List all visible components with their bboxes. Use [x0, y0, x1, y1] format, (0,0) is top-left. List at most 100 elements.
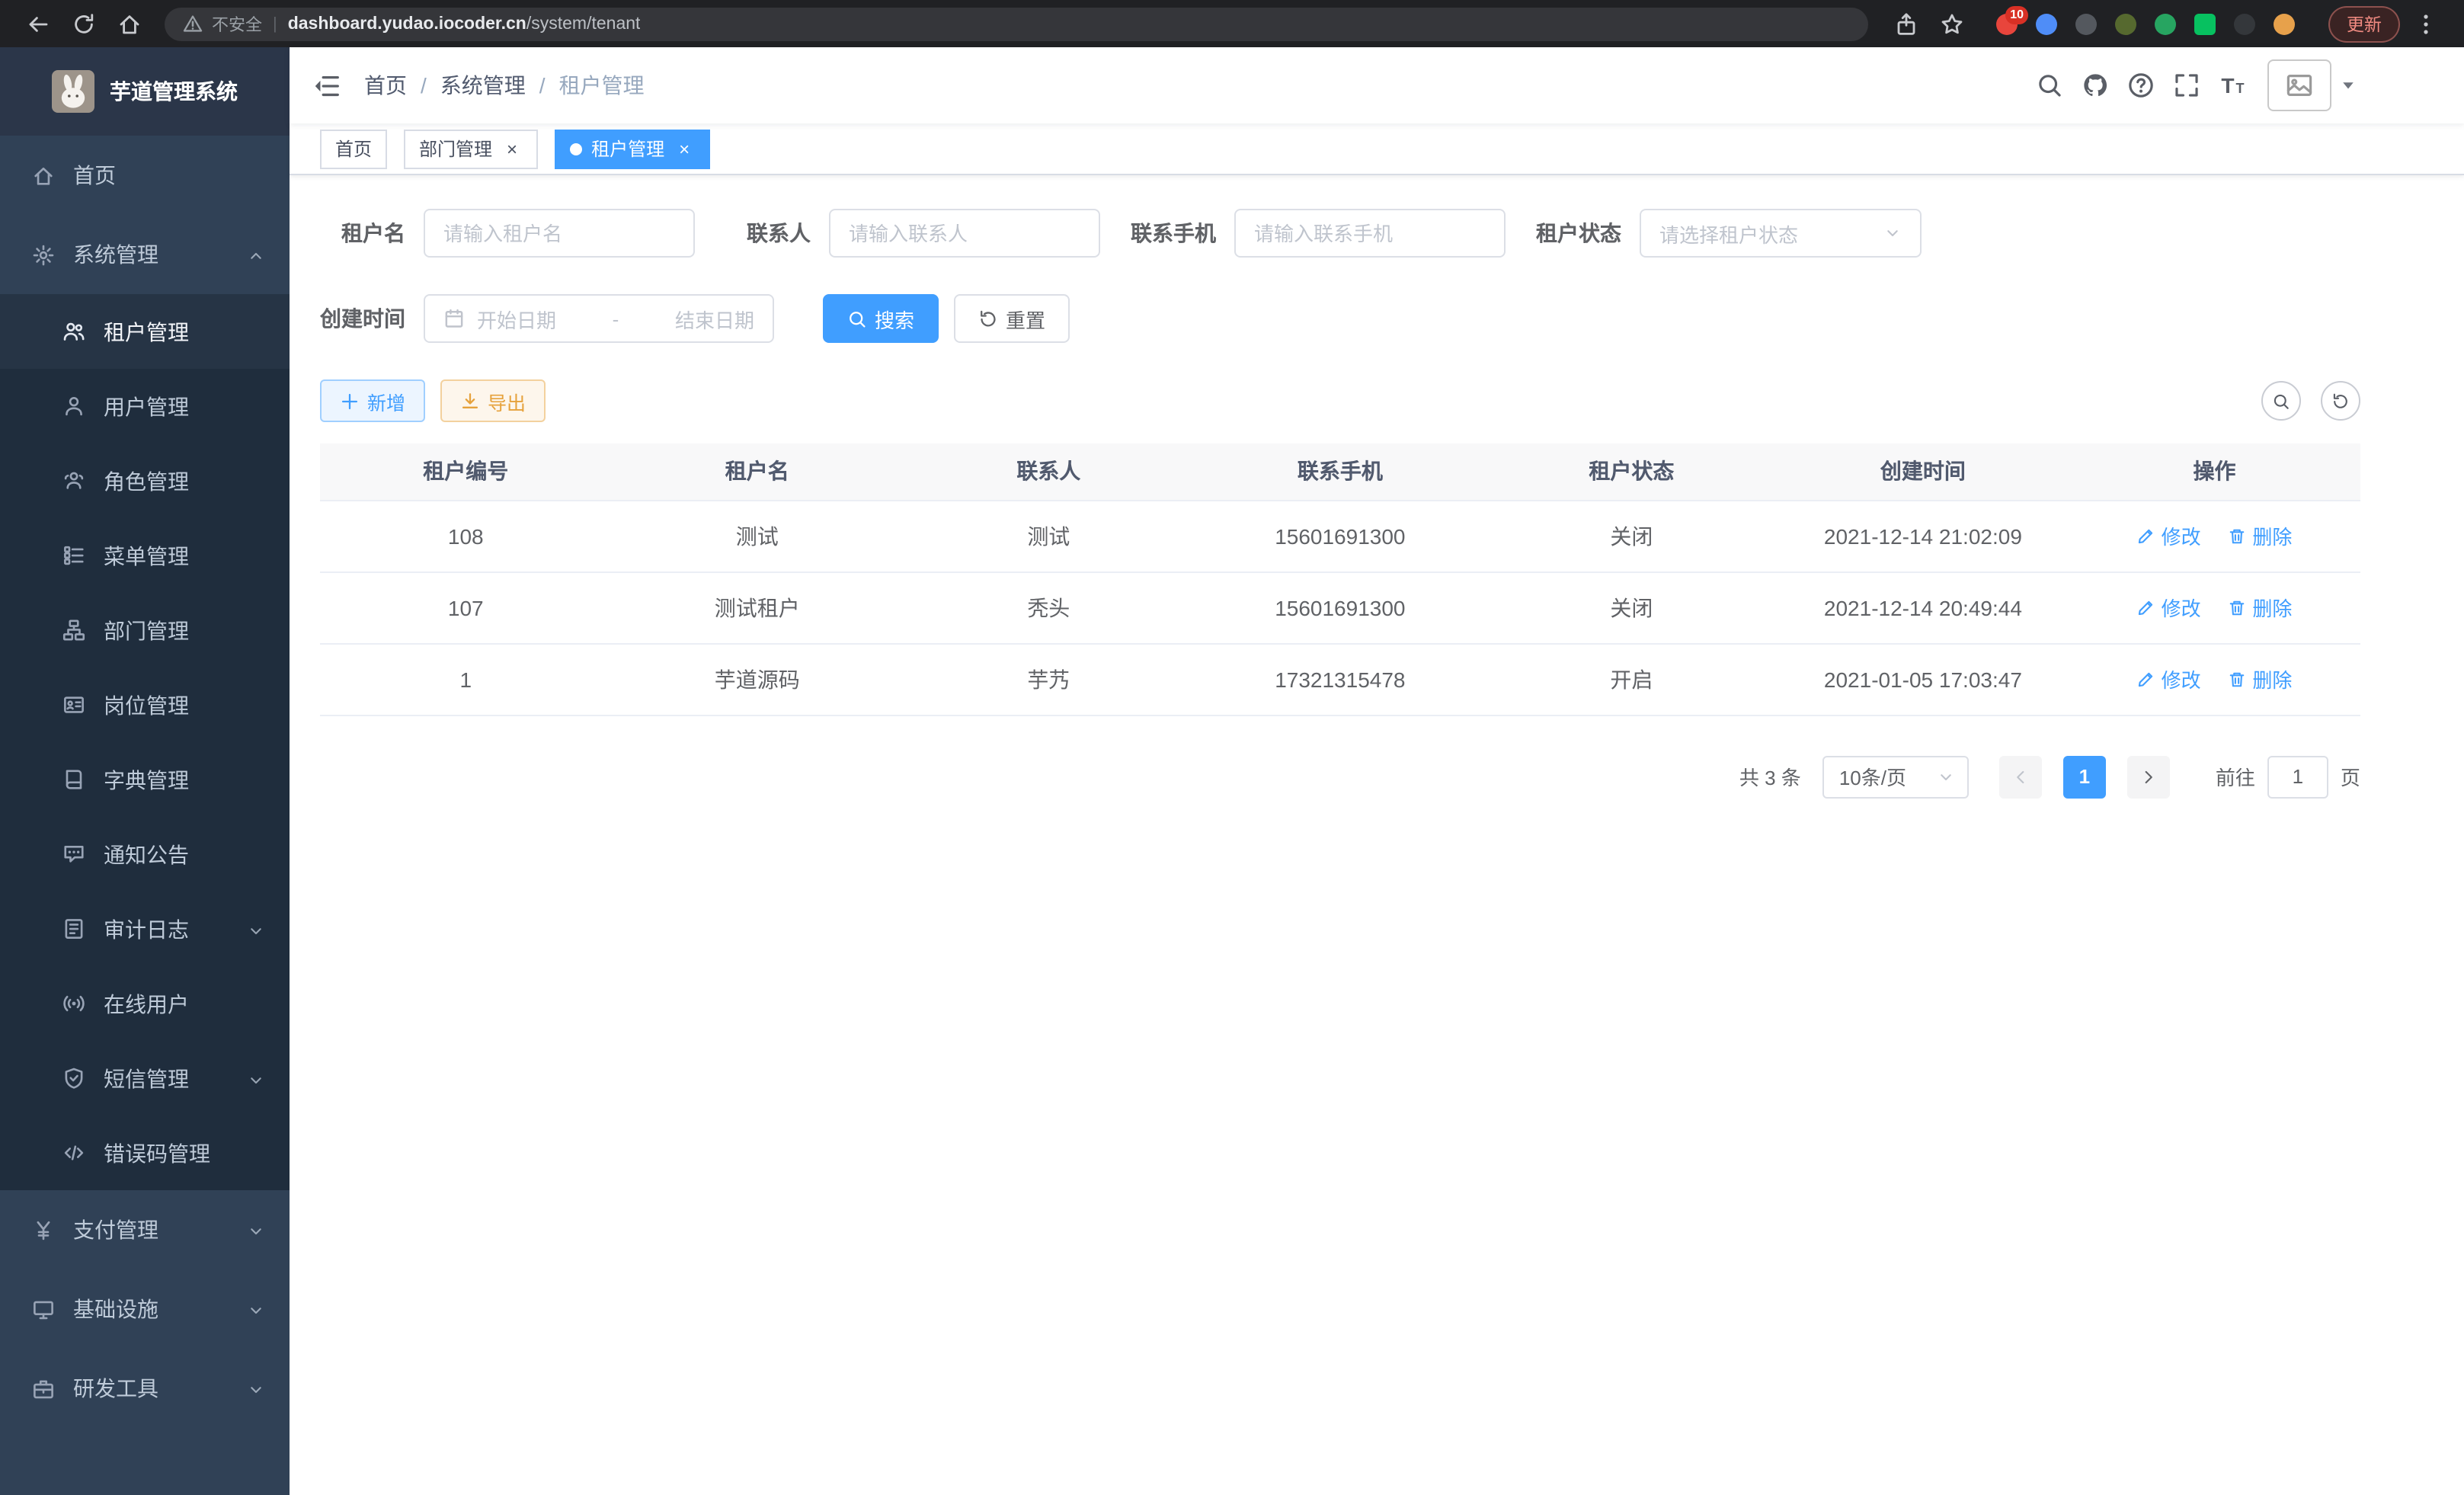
breadcrumb-home[interactable]: 首页 [364, 70, 407, 101]
search-button[interactable]: 搜索 [823, 294, 939, 343]
sidebar-item-dept[interactable]: 部门管理 [0, 593, 290, 667]
delete-link[interactable]: 删除 [2228, 593, 2292, 622]
edit-link[interactable]: 修改 [2137, 664, 2201, 693]
chevron-icon [247, 920, 265, 938]
page-size-select[interactable]: 10条/页 [1822, 755, 1969, 798]
cell-tenant-name: 测试租户 [612, 571, 904, 643]
edit-link[interactable]: 修改 [2137, 521, 2201, 550]
create-time-label: 创建时间 [320, 303, 424, 334]
tenant-table: 租户编号 租户名 联系人 联系手机 租户状态 创建时间 操作 108 测试 测试… [320, 443, 2360, 715]
extension-green-circle-icon[interactable] [2155, 13, 2176, 34]
tenants-icon [62, 320, 85, 343]
app-logo[interactable]: 芋道管理系统 [0, 47, 290, 136]
browser-refresh-icon[interactable] [72, 11, 96, 36]
chevron-icon [247, 1221, 265, 1239]
code-icon [62, 1141, 85, 1164]
sidebar-item-sms[interactable]: 短信管理 [0, 1041, 290, 1116]
extension-dark-sphere-icon[interactable] [2075, 13, 2097, 34]
cell-created: 2021-01-05 17:03:47 [1778, 643, 2069, 715]
table-row: 108 测试 测试 15601691300 关闭 2021-12-14 21:0… [320, 500, 2360, 571]
extension-blue-icon[interactable] [2036, 13, 2057, 34]
refresh-table-button[interactable] [2321, 381, 2360, 421]
prev-page-button[interactable] [1999, 755, 2042, 798]
tab-tenant[interactable]: 租户管理 × [555, 129, 710, 168]
font-size-icon[interactable]: TT [2210, 62, 2255, 108]
tab-home[interactable]: 首页 [320, 129, 387, 168]
share-icon[interactable] [1894, 11, 1918, 36]
sidebar-item-dev-tool[interactable]: 研发工具 [0, 1349, 290, 1428]
col-created: 创建时间 [1778, 443, 2069, 500]
sidebar-item-notice[interactable]: 通知公告 [0, 817, 290, 892]
profile-avatar-icon[interactable] [2274, 13, 2295, 34]
browser-back-icon[interactable] [26, 11, 50, 36]
pagination: 共 3 条 10条/页 1 前往 页 [320, 755, 2360, 798]
delete-link[interactable]: 删除 [2228, 664, 2292, 693]
add-button[interactable]: 新增 [320, 379, 425, 422]
sidebar-item-error-code[interactable]: 错误码管理 [0, 1116, 290, 1190]
trash-icon [2228, 670, 2246, 688]
avatar-caret-icon[interactable] [2339, 76, 2357, 94]
browser-home-icon[interactable] [117, 11, 142, 36]
next-page-button[interactable] [2127, 755, 2170, 798]
extension-green-square-icon[interactable] [2194, 13, 2216, 34]
search-icon [2272, 391, 2290, 411]
user-avatar[interactable] [2267, 59, 2331, 111]
toggle-search-button[interactable] [2261, 381, 2301, 421]
sidebar-item-home[interactable]: 首页 [0, 136, 290, 215]
phone-input[interactable] [1234, 209, 1506, 258]
sidebar-item-infra[interactable]: 基础设施 [0, 1269, 290, 1349]
extensions-area: 10 [1987, 13, 2304, 34]
sidebar-item-system[interactable]: 系统管理 [0, 215, 290, 294]
hamburger-fold-icon[interactable] [312, 71, 341, 100]
github-icon[interactable] [2072, 62, 2118, 108]
extension-dark-plug-icon[interactable] [2234, 13, 2255, 34]
url-bar[interactable]: 不安全 | dashboard.yudao.iocoder.cn/system/… [165, 7, 1868, 40]
plus-icon [340, 391, 360, 411]
edit-link[interactable]: 修改 [2137, 593, 2201, 622]
cell-actions: 修改 删除 [2069, 571, 2360, 643]
extension-olive-icon[interactable] [2115, 13, 2136, 34]
table-header-row: 租户编号 租户名 联系人 联系手机 租户状态 创建时间 操作 [320, 443, 2360, 500]
create-time-range-picker[interactable]: 开始日期 - 结束日期 [424, 294, 774, 343]
reset-button[interactable]: 重置 [954, 294, 1070, 343]
close-icon[interactable]: × [674, 138, 695, 159]
browser-update-button[interactable]: 更新 [2328, 5, 2400, 42]
sidebar-item-tenant[interactable]: 租户管理 [0, 294, 290, 369]
refresh-icon [978, 309, 998, 328]
cell-status: 关闭 [1486, 500, 1778, 571]
cell-status: 开启 [1486, 643, 1778, 715]
chevron-icon [247, 1379, 265, 1397]
sidebar-item-pay[interactable]: 支付管理 [0, 1190, 290, 1269]
browser-menu-icon[interactable] [2414, 11, 2438, 36]
sidebar-item-user[interactable]: 用户管理 [0, 369, 290, 443]
filter-row-1: 租户名 联系人 联系手机 租户状态 请选择租户状态 [320, 209, 2360, 258]
sidebar-item-online-user[interactable]: 在线用户 [0, 966, 290, 1041]
delete-link[interactable]: 删除 [2228, 521, 2292, 550]
extension-multicolor-icon[interactable]: 10 [1996, 13, 2018, 34]
svg-text:T: T [2235, 81, 2244, 96]
bookmark-star-icon[interactable] [1940, 11, 1964, 36]
page-1-button[interactable]: 1 [2063, 755, 2106, 798]
close-icon[interactable]: × [501, 138, 523, 159]
tab-dept[interactable]: 部门管理 × [404, 129, 538, 168]
search-icon [847, 309, 867, 328]
fullscreen-icon[interactable] [2164, 62, 2210, 108]
sidebar-item-audit-log[interactable]: 审计日志 [0, 892, 290, 966]
help-icon[interactable] [2118, 62, 2164, 108]
header-search-icon[interactable] [2027, 62, 2072, 108]
sidebar-menu: 首页 系统管理 租户管理 用户管理 角色管理 菜单管理 部门管理 岗位管理 字典… [0, 136, 290, 1428]
toolbox-icon [32, 1377, 55, 1400]
goto-page-input[interactable] [2267, 755, 2328, 798]
sidebar-item-role[interactable]: 角色管理 [0, 443, 290, 518]
extension-count-badge: 10 [2005, 5, 2028, 24]
breadcrumb-system[interactable]: 系统管理 [440, 70, 526, 101]
tenant-name-input[interactable] [424, 209, 695, 258]
sidebar-item-menu[interactable]: 菜单管理 [0, 518, 290, 593]
url-text: dashboard.yudao.iocoder.cn/system/tenant [288, 14, 641, 33]
sidebar-item-post[interactable]: 岗位管理 [0, 667, 290, 742]
sidebar-item-dict[interactable]: 字典管理 [0, 742, 290, 817]
edit-pencil-icon [2137, 598, 2155, 616]
tenant-status-select[interactable]: 请选择租户状态 [1640, 209, 1922, 258]
contact-input[interactable] [829, 209, 1100, 258]
export-button[interactable]: 导出 [440, 379, 546, 422]
